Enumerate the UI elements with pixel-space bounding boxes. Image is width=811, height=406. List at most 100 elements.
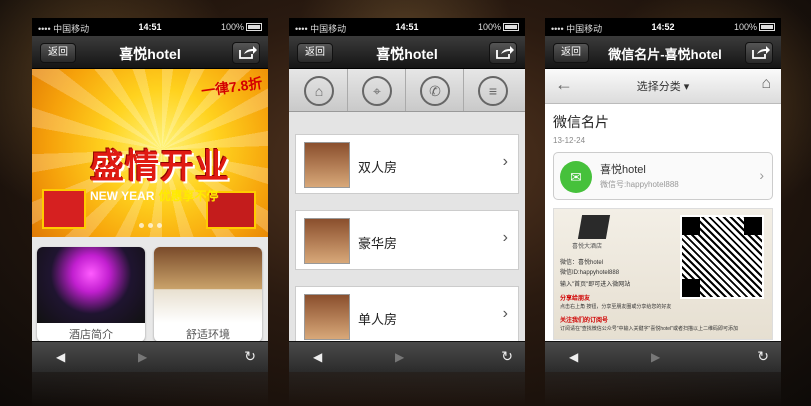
refresh-icon[interactable]: ↻ [501,348,513,365]
account-id: 微信号:happyhotel888 [600,180,679,189]
battery-icon [246,23,262,31]
poster-wechat: 微信：喜悦hotel [560,260,604,266]
battery-icon [759,23,775,31]
poster-share-title: 分享给朋友 [560,296,591,302]
battery-percent: 100% [477,22,501,32]
browser-toolbar: ◀ ▶ ↻ [289,341,525,372]
battery-percent: 100% [733,22,757,32]
wechat-icon: ✉ [560,161,592,193]
refresh-icon[interactable]: ↻ [757,348,769,365]
room-label: 豪华房 [358,236,398,251]
account-name: 喜悦hotel [600,164,646,176]
phone-button[interactable]: ✆ [405,69,464,111]
location-button[interactable]: ⌖ [347,69,406,111]
category-toolbar: ← 选择分类 ▾ ⌂ [545,69,781,104]
back-arrow-icon[interactable]: ◀ [313,350,322,364]
chevron-right-icon: › [759,167,764,183]
room-label: 单人房 [358,312,398,327]
phone-reflection [545,372,781,406]
battery: 100% [221,22,262,32]
page-title: 微信名片-喜悦hotel [608,47,722,62]
chevron-down-icon: ▾ [683,81,690,93]
tile-caption: 舒适环境 [186,329,230,341]
post-date: 13-12-24 [553,136,586,145]
list-icon: ≡ [478,76,508,106]
phone-home-screen: •••• 中国移动 14:51 100% 返回 喜悦hotel 一律7.8折 盛… [32,18,268,372]
forward-arrow-icon[interactable]: ▶ [651,350,660,364]
carousel-dots [32,215,268,233]
wechat-account-card[interactable]: ✉ 喜悦hotel 微信号:happyhotel888 › [553,152,773,200]
list-item[interactable]: 双人房 › [295,134,519,194]
poster-wechat-id: 微信ID:happyhotel888 [560,270,620,276]
nav-bar: 返回 微信名片-喜悦hotel [545,36,781,69]
nav-bar: 返回 喜悦hotel [289,36,525,69]
share-icon [752,46,770,59]
refresh-icon[interactable]: ↻ [244,348,256,365]
feature-tiles: 酒店简介 舒适环境 [32,237,268,342]
browser-toolbar: ◀ ▶ ↻ [32,341,268,372]
share-icon [239,46,257,59]
poster-share-desc: 点击右上角 按钮，分享至朋友圈或分享给您的好友 [560,304,672,310]
hotel-logo [577,215,611,239]
business-card-poster: 喜悦大酒店 微信：喜悦hotel 微信ID:happyhotel888 输入"首… [553,208,773,340]
share-button[interactable] [232,42,260,64]
poster-instructions: 输入"首页"即可进入微网站 [560,282,631,288]
room-label: 双人房 [358,160,398,175]
chevron-right-icon: › [502,229,508,246]
share-icon [496,46,514,59]
list-item[interactable]: 豪华房 › [295,210,519,270]
card-content: 微信名片 13-12-24 ✉ 喜悦hotel 微信号:happyhotel88… [545,104,781,342]
forward-arrow-icon[interactable]: ▶ [395,350,404,364]
phone-reflection [289,372,525,406]
list-item[interactable]: 单人房 › [295,286,519,346]
forward-arrow-icon[interactable]: ▶ [138,350,147,364]
status-bar: •••• 中国移动 14:51 100% [289,18,525,36]
phone-card-screen: •••• 中国移动 14:52 100% 返回 微信名片-喜悦hotel ← 选… [545,18,781,372]
section-heading: 微信名片 [553,114,609,130]
room-thumbnail [304,142,350,188]
newyear-text: NEW YEAR [90,189,155,203]
back-button[interactable]: 返回 [553,43,589,63]
battery: 100% [734,22,775,32]
chevron-right-icon: › [502,305,508,322]
home-icon[interactable]: ⌂ [761,75,771,93]
tile-image [37,247,145,323]
back-arrow-icon[interactable]: ◀ [56,350,65,364]
home-icon: ⌂ [304,76,334,106]
phone-rooms-screen: •••• 中国移动 14:51 100% 返回 喜悦hotel ⌂ ⌖ ✆ ≡ … [289,18,525,372]
room-thumbnail [304,294,350,340]
tile-hotel-intro[interactable]: 酒店简介 [37,247,145,342]
poster-follow-title: 关注我们的订阅号 [560,318,609,324]
back-arrow-icon[interactable]: ◀ [569,350,578,364]
poster-follow-desc: 订阅请在"查找微信公众号"中输入关键字"喜悦hotel"或者扫描以上二维码即可添… [560,326,738,332]
qr-code [680,215,764,299]
room-thumbnail [304,218,350,264]
home-button[interactable]: ⌂ [289,69,348,111]
share-button[interactable] [489,42,517,64]
location-icon: ⌖ [362,76,392,106]
battery-icon [503,23,519,31]
phone-reflection [32,372,268,406]
share-button[interactable] [745,42,773,64]
nav-bar: 返回 喜悦hotel [32,36,268,69]
category-select[interactable]: 选择分类 ▾ [545,78,781,94]
room-list: 双人房 › 豪华房 › 单人房 › [289,112,525,346]
battery-percent: 100% [220,22,244,32]
banner-subline: NEW YEAR 优惠享不停 [90,187,218,204]
status-bar: •••• 中国移动 14:52 100% [545,18,781,36]
tile-image [154,247,262,323]
banner-headline: 盛情开业 [90,148,230,186]
chevron-right-icon: › [502,153,508,170]
status-bar: •••• 中国移动 14:51 100% [32,18,268,36]
phone-icon: ✆ [420,76,450,106]
promo-text: 优惠享不停 [158,189,219,203]
promo-banner[interactable]: 一律7.8折 盛情开业 NEW YEAR 优惠享不停 [32,69,268,237]
tile-environment[interactable]: 舒适环境 [154,247,262,342]
list-button[interactable]: ≡ [463,69,525,111]
tile-caption: 酒店简介 [69,329,113,341]
brand-name: 喜悦大酒店 [572,244,603,250]
battery: 100% [478,22,519,32]
quick-actions-bar: ⌂ ⌖ ✆ ≡ [289,69,525,112]
browser-toolbar: ◀ ▶ ↻ [545,341,781,372]
category-label: 选择分类 [636,81,681,93]
